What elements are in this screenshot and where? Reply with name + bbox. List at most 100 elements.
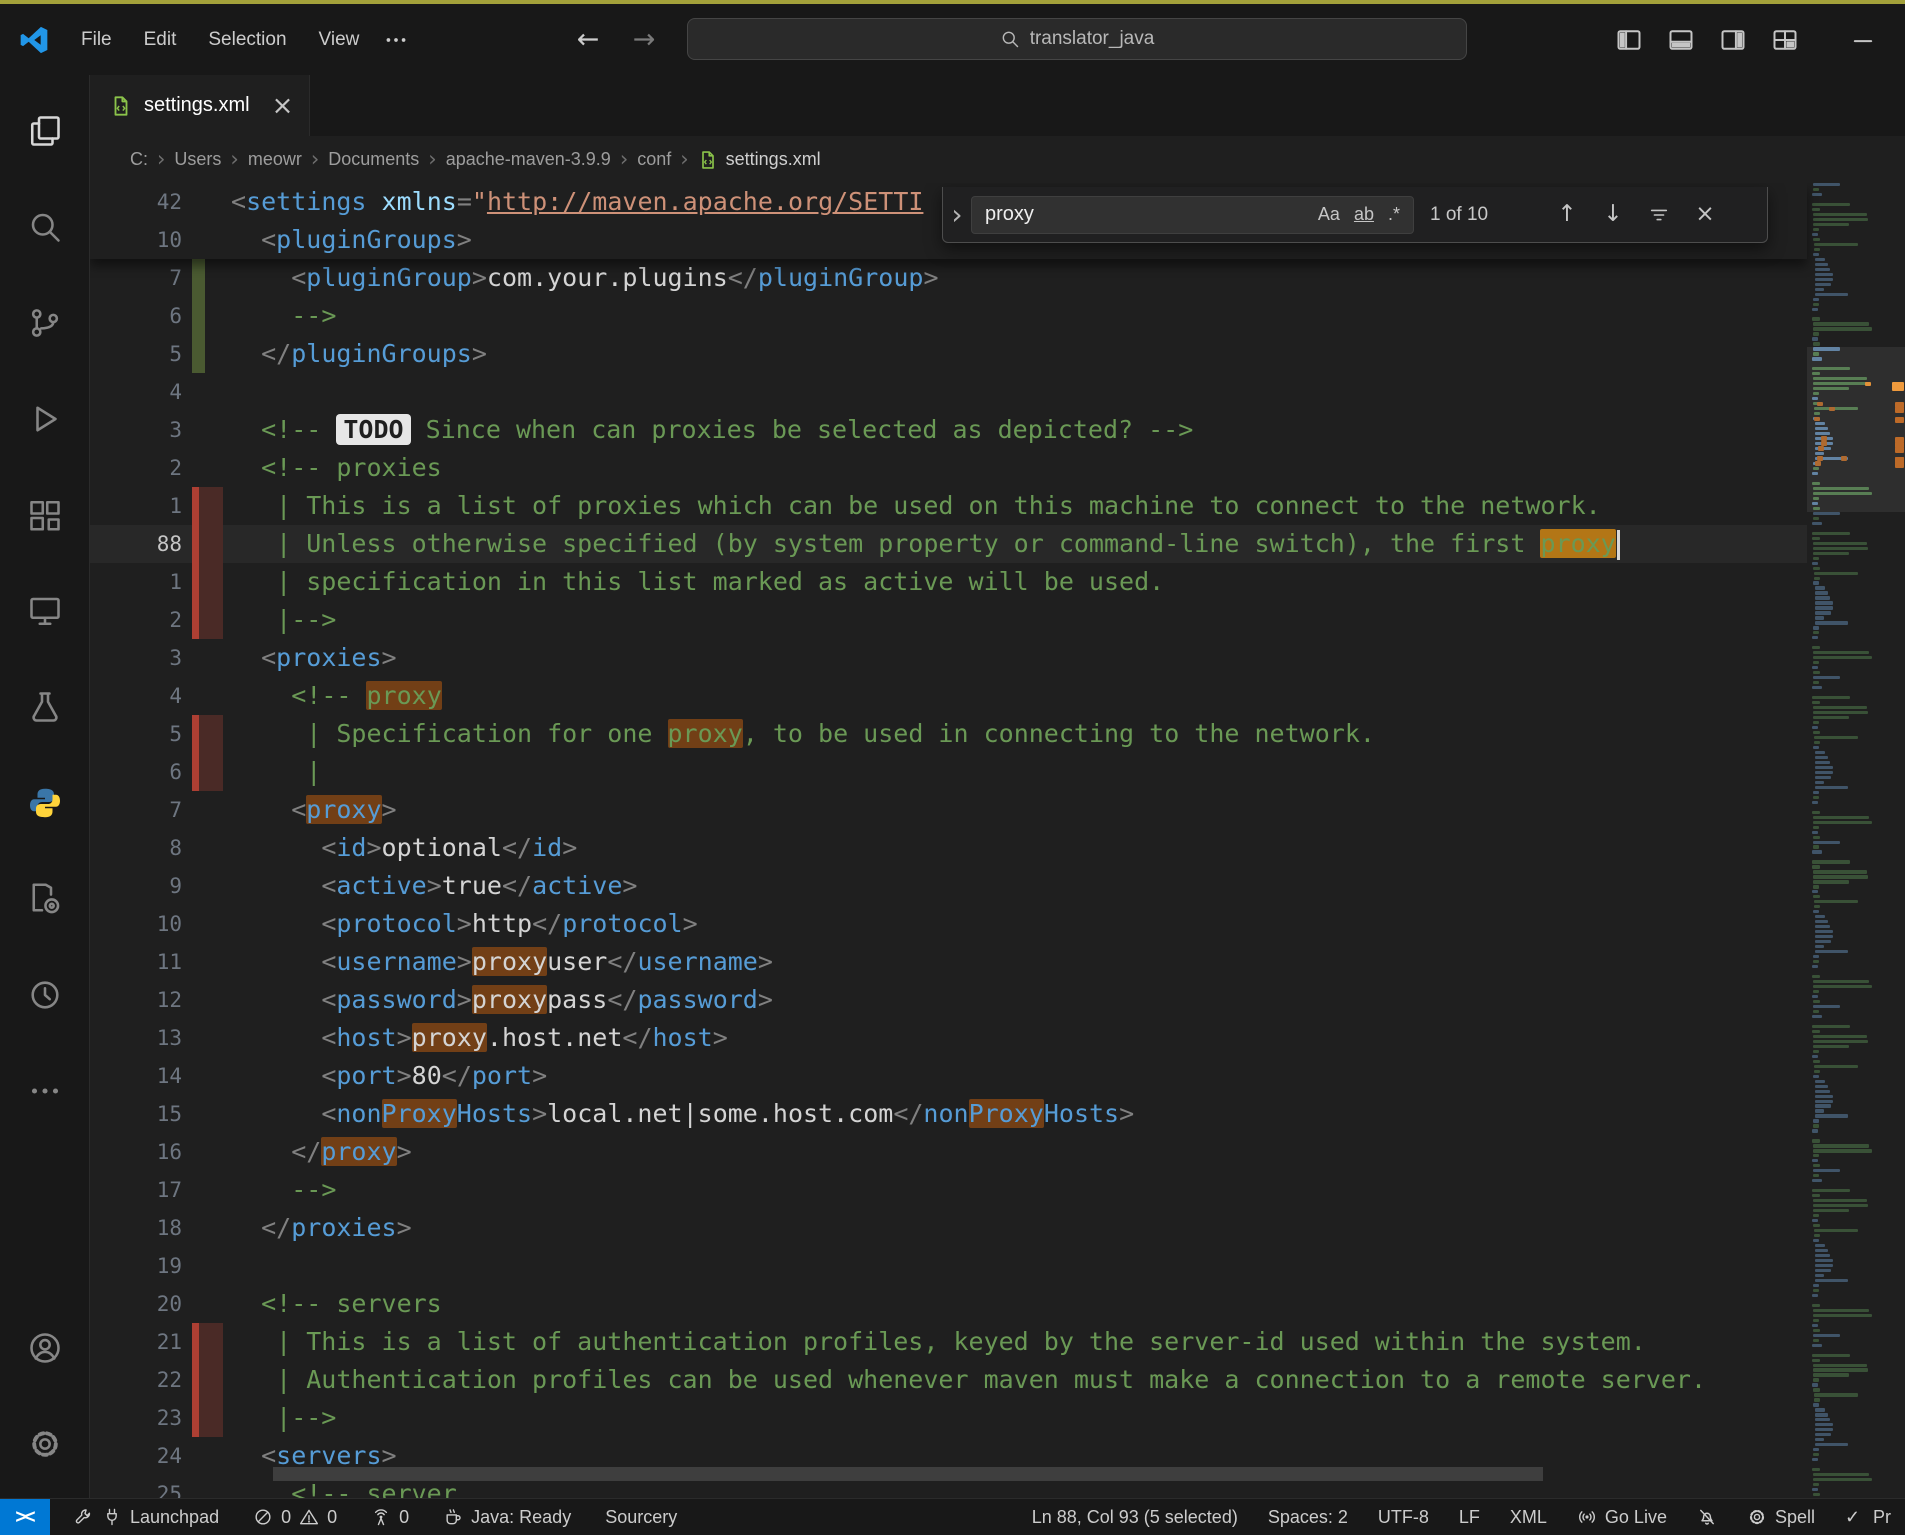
line-number[interactable]: 88 [90, 525, 182, 563]
minimize-window-button[interactable] [1837, 14, 1889, 66]
activity-item-testing[interactable] [0, 659, 89, 755]
next-match-button[interactable]: ↓ [1592, 194, 1634, 236]
line-number[interactable]: 17 [90, 1171, 182, 1209]
code-line[interactable]: 16 </proxy> [90, 1133, 1807, 1171]
toggle-secondary-sidebar-button[interactable] [1707, 14, 1759, 66]
navigate-forward-button[interactable]: → [622, 4, 666, 75]
navigate-back-button[interactable]: ← [566, 4, 610, 75]
customize-layout-button[interactable] [1759, 14, 1811, 66]
code-line[interactable]: 2 <!-- proxies [90, 449, 1807, 487]
code-line[interactable]: 1 | This is a list of proxies which can … [90, 487, 1807, 525]
line-number[interactable]: 18 [90, 1209, 182, 1247]
status-do-not-disturb[interactable] [1687, 1499, 1727, 1535]
activity-item-project-settings[interactable] [0, 851, 89, 947]
breadcrumb-item[interactable]: conf [637, 149, 671, 170]
code-line[interactable]: 13 <host>proxy.host.net</host> [90, 1019, 1807, 1057]
line-number[interactable]: 14 [90, 1057, 182, 1095]
status-go-live[interactable]: Go Live [1567, 1499, 1677, 1535]
activity-item-additional-views[interactable] [0, 1043, 89, 1139]
menu-selection[interactable]: Selection [193, 22, 301, 58]
line-number[interactable]: 1 [90, 487, 182, 525]
line-number[interactable]: 6 [90, 753, 182, 791]
status-prettier[interactable]: ✓Pr [1835, 1499, 1901, 1535]
status-remote-indicator[interactable]: >< [0, 1499, 50, 1535]
code-line[interactable]: 5 | Specification for one proxy, to be u… [90, 715, 1807, 753]
line-number[interactable]: 13 [90, 1019, 182, 1057]
menu-more-button[interactable] [374, 23, 418, 57]
code-line[interactable]: 6 --> [90, 297, 1807, 335]
line-number[interactable]: 20 [90, 1285, 182, 1323]
status-indentation[interactable]: Spaces: 2 [1258, 1499, 1358, 1535]
toggle-primary-sidebar-button[interactable] [1603, 14, 1655, 66]
toggle-replace-button[interactable]: › [943, 187, 971, 242]
line-number[interactable]: 12 [90, 981, 182, 1019]
activity-item-remote-explorer[interactable] [0, 563, 89, 659]
status-ports[interactable]: 0 [361, 1499, 419, 1535]
line-number[interactable]: 2 [90, 449, 182, 487]
code-line[interactable]: 17 --> [90, 1171, 1807, 1209]
activity-item-source-control[interactable] [0, 275, 89, 371]
line-number[interactable]: 16 [90, 1133, 182, 1171]
line-number[interactable]: 3 [90, 411, 182, 449]
status-encoding[interactable]: UTF-8 [1368, 1499, 1439, 1535]
code-line[interactable]: 9 <active>true</active> [90, 867, 1807, 905]
toggle-panel-button[interactable] [1655, 14, 1707, 66]
activity-item-run-and-debug[interactable] [0, 371, 89, 467]
line-number[interactable]: 9 [90, 867, 182, 905]
line-number[interactable]: 23 [90, 1399, 182, 1437]
code-line[interactable]: 21 | This is a list of authentication pr… [90, 1323, 1807, 1361]
regex-button[interactable]: .* [1381, 201, 1407, 228]
tab-settings-xml[interactable]: settings.xml × [90, 75, 310, 136]
breadcrumb-item[interactable]: meowr [248, 149, 302, 170]
line-number[interactable]: 1 [90, 563, 182, 601]
code-line[interactable]: 7 <proxy> [90, 791, 1807, 829]
activity-item-explorer[interactable] [0, 83, 89, 179]
line-number[interactable]: 4 [90, 677, 182, 715]
activity-item-python[interactable] [0, 755, 89, 851]
line-number[interactable]: 5 [90, 335, 182, 373]
horizontal-scrollbar[interactable] [273, 1467, 1543, 1481]
activity-item-accounts[interactable] [0, 1300, 89, 1396]
code-line[interactable]: 12 <password>proxypass</password> [90, 981, 1807, 1019]
previous-match-button[interactable]: ↑ [1546, 194, 1588, 236]
line-number[interactable]: 11 [90, 943, 182, 981]
status-language-mode[interactable]: XML [1500, 1499, 1557, 1535]
find-input[interactable]: proxy Aa ab .* [971, 196, 1414, 234]
command-center-search[interactable]: translator_java [687, 18, 1467, 60]
line-number[interactable]: 7 [90, 791, 182, 829]
match-case-button[interactable]: Aa [1311, 201, 1347, 228]
code-line[interactable]: 7 <pluginGroup>com.your.plugins</pluginG… [90, 259, 1807, 297]
activity-item-timeline[interactable] [0, 947, 89, 1043]
code-line[interactable]: 10 <protocol>http</protocol> [90, 905, 1807, 943]
code-line[interactable]: 1 | specification in this list marked as… [90, 563, 1807, 601]
line-number[interactable]: 6 [90, 297, 182, 335]
code-line[interactable]: 2 |--> [90, 601, 1807, 639]
line-number[interactable]: 25 [90, 1475, 182, 1498]
breadcrumb-item[interactable]: Users [174, 149, 221, 170]
breadcrumb-item[interactable]: C: [130, 149, 148, 170]
line-number[interactable]: 4 [90, 373, 182, 411]
code-line[interactable]: 4 [90, 373, 1807, 411]
code-line[interactable]: 20 <!-- servers [90, 1285, 1807, 1323]
breadcrumb-item[interactable]: Documents [328, 149, 419, 170]
status-cursor-position[interactable]: Ln 88, Col 93 (5 selected) [1022, 1499, 1248, 1535]
code-line[interactable]: 15 <nonProxyHosts>local.net|some.host.co… [90, 1095, 1807, 1133]
code-line[interactable]: 11 <username>proxyuser</username> [90, 943, 1807, 981]
status-eol[interactable]: LF [1449, 1499, 1490, 1535]
status-sourcery[interactable]: Sourcery [595, 1499, 687, 1535]
code-line[interactable]: 4 <!-- proxy [90, 677, 1807, 715]
line-number[interactable]: 10 [90, 221, 182, 259]
line-number[interactable]: 2 [90, 601, 182, 639]
activity-item-manage[interactable] [0, 1396, 89, 1492]
line-number[interactable]: 15 [90, 1095, 182, 1133]
code-line[interactable]: 22 | Authentication profiles can be used… [90, 1361, 1807, 1399]
status-spell-checker[interactable]: Spell [1737, 1499, 1825, 1535]
line-number[interactable]: 19 [90, 1247, 182, 1285]
status-launchpad[interactable]: Launchpad [64, 1499, 229, 1535]
code-editor[interactable]: 7 <pluginGroup>com.your.plugins</pluginG… [90, 183, 1905, 1498]
code-line[interactable]: 88 | Unless otherwise specified (by syst… [90, 525, 1807, 563]
line-number[interactable]: 24 [90, 1437, 182, 1475]
close-find-button[interactable]: × [1684, 194, 1726, 236]
activity-item-search[interactable] [0, 179, 89, 275]
code-line[interactable]: 23 |--> [90, 1399, 1807, 1437]
